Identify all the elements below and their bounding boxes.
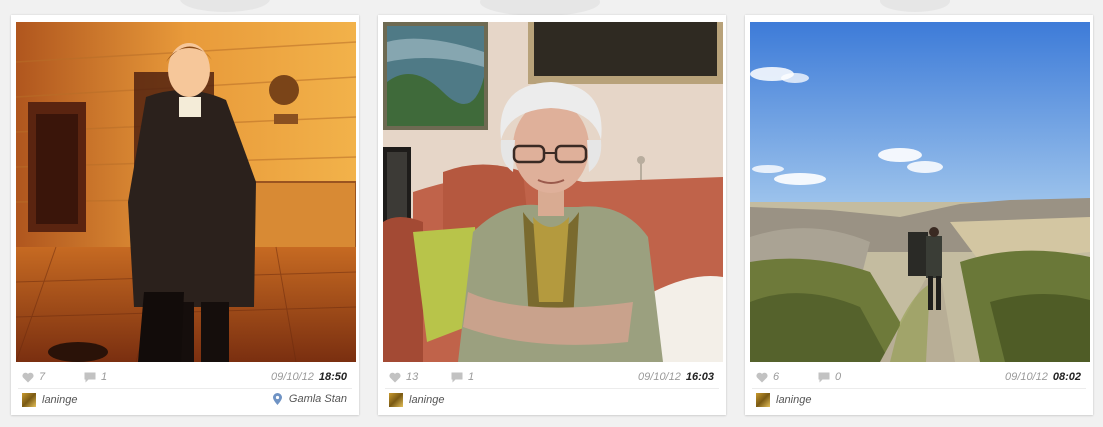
comments-counter[interactable]: 1 [84,371,107,383]
post-footer: laninge [389,393,714,409]
likes-count: 13 [406,371,419,383]
comment-icon [451,372,463,382]
post-footer: laninge [756,393,1081,409]
photo-hiker-on-path-image [750,22,1090,362]
post-stats: 7 1 09/10/12 18:50 [22,370,347,386]
user-link[interactable]: laninge [389,393,444,407]
location-name: Gamla Stan [288,393,347,405]
username: laninge [409,394,445,406]
comment-icon [818,372,830,382]
comment-icon [84,372,96,382]
post-stats: 6 0 09/10/12 08:02 [756,370,1081,386]
photo-elderly-woman-image [383,22,723,362]
post-date: 09/10/12 [638,371,681,383]
likes-counter[interactable]: 6 [756,371,779,383]
username: laninge [776,394,812,406]
photo-elderly-woman[interactable] [383,22,723,362]
photo-man-in-coat-image [16,22,356,362]
post-date: 09/10/12 [271,371,314,383]
background-map-shape [180,0,270,12]
background-map-shape [880,0,950,12]
comments-count: 0 [835,371,842,383]
post-datetime: 09/10/12 16:03 [638,371,714,383]
post-time: 16:03 [685,371,714,383]
location-pin-icon [272,393,282,405]
comments-count: 1 [468,371,475,383]
username: laninge [42,394,78,406]
user-link[interactable]: laninge [756,393,811,407]
divider [385,388,719,389]
avatar [22,393,36,407]
post-time: 18:50 [318,371,347,383]
photo-card[interactable]: 13 1 09/10/12 16:03 laninge [378,15,726,415]
heart-icon [389,372,401,382]
photo-hiker-on-path[interactable] [750,22,1090,362]
post-datetime: 09/10/12 18:50 [271,371,347,383]
post-datetime: 09/10/12 08:02 [1005,371,1081,383]
post-time: 08:02 [1052,371,1081,383]
photo-card[interactable]: 7 1 09/10/12 18:50 laninge Gamla Stan [11,15,359,415]
photo-card[interactable]: 6 0 09/10/12 08:02 laninge [745,15,1093,415]
post-date: 09/10/12 [1005,371,1048,383]
heart-icon [756,372,768,382]
divider [18,388,352,389]
heart-icon [22,372,34,382]
likes-counter[interactable]: 13 [389,371,418,383]
comments-counter[interactable]: 1 [451,371,474,383]
background-map-shape [480,0,600,16]
likes-count: 6 [773,371,780,383]
post-footer: laninge Gamla Stan [22,393,347,409]
avatar [389,393,403,407]
likes-counter[interactable]: 7 [22,371,45,383]
divider [752,388,1086,389]
avatar [756,393,770,407]
comments-count: 1 [101,371,108,383]
comments-counter[interactable]: 0 [818,371,841,383]
post-stats: 13 1 09/10/12 16:03 [389,370,714,386]
photo-man-in-coat[interactable] [16,22,356,362]
location-link[interactable]: Gamla Stan [272,393,347,405]
likes-count: 7 [39,371,46,383]
user-link[interactable]: laninge [22,393,77,407]
